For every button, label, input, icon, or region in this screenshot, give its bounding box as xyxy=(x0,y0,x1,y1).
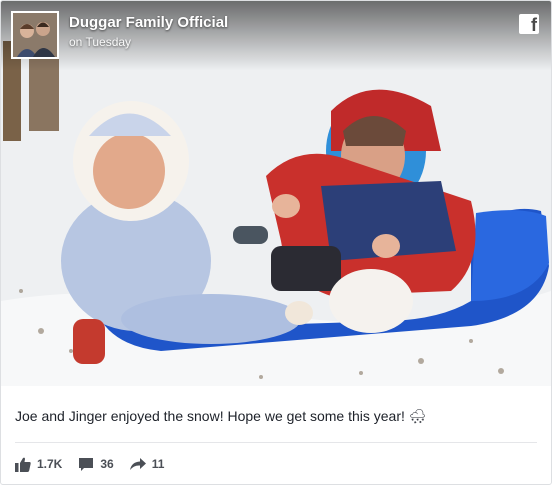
comment-button[interactable]: 36 xyxy=(78,457,114,472)
share-arrow-icon xyxy=(129,458,146,470)
page-avatar[interactable] xyxy=(11,11,59,59)
like-count: 1.7K xyxy=(37,457,63,471)
thumbs-up-icon xyxy=(15,457,31,472)
divider xyxy=(15,442,537,443)
post-photo[interactable]: Duggar Family Official on Tuesday f xyxy=(1,1,551,386)
post-caption: Joe and Jinger enjoyed the snow! Hope we… xyxy=(15,408,537,425)
share-count: 11 xyxy=(151,457,165,471)
page-name[interactable]: Duggar Family Official xyxy=(69,14,228,31)
like-button[interactable]: 1.7K xyxy=(15,457,62,472)
comment-bubble-icon xyxy=(79,457,94,471)
comment-count: 36 xyxy=(100,457,114,471)
facebook-icon[interactable]: f xyxy=(519,14,539,35)
engagement-bar: 1.7K 36 11 xyxy=(15,454,164,474)
share-button[interactable]: 11 xyxy=(129,457,165,471)
caption-text: Joe and Jinger enjoyed the snow! Hope we… xyxy=(15,408,405,424)
avatar-photo xyxy=(13,13,57,57)
snow-cloud-icon: 🌨 xyxy=(408,408,427,424)
post-timestamp[interactable]: on Tuesday xyxy=(69,35,131,49)
facebook-post-card: Duggar Family Official on Tuesday f Joe … xyxy=(0,0,552,485)
